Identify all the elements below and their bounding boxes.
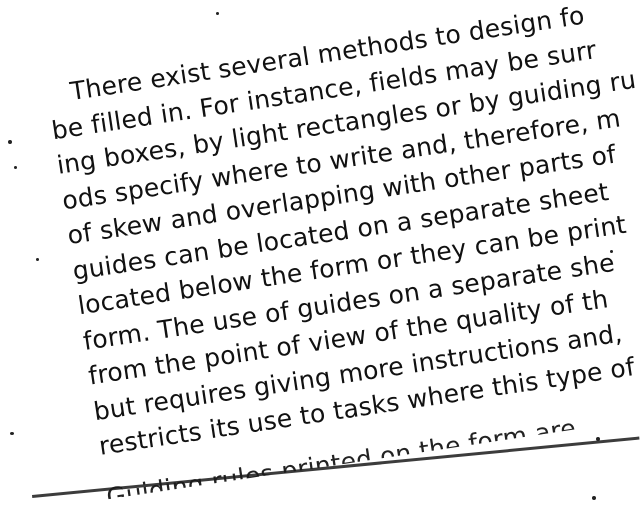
body-text: There exist several methods to design fo… [44, 0, 640, 500]
scan-speck [596, 437, 600, 441]
scan-speck [216, 12, 219, 15]
scan-speck [36, 258, 39, 261]
scan-speck [14, 166, 17, 169]
scan-speck [10, 432, 14, 435]
document-page: There exist several methods to design fo… [0, 0, 640, 520]
scan-speck [610, 250, 613, 253]
scan-speck [592, 496, 596, 500]
scan-speck [8, 140, 12, 144]
